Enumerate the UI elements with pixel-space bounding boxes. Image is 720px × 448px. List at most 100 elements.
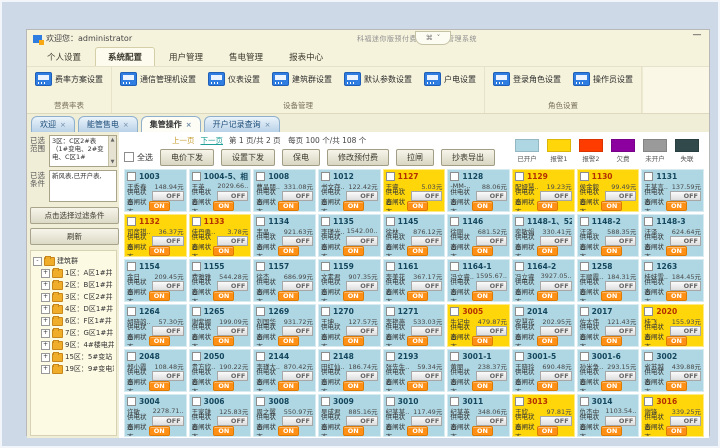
switch-status-value[interactable]: ON <box>666 381 687 391</box>
meter-card[interactable]: 1164-1冯立睿..1595.67..供电状态OFF合闸状态ON <box>447 259 510 302</box>
card-checkbox[interactable] <box>450 397 459 406</box>
doc-tab-2[interactable]: 集管操作× <box>141 116 201 132</box>
menu-item-4[interactable]: 报表中心 <box>277 48 335 66</box>
switch-status-value[interactable]: ON <box>601 381 622 391</box>
card-checkbox[interactable] <box>386 352 395 361</box>
ribbon-button-2-1[interactable]: 操作员设置 <box>571 70 635 88</box>
meter-card[interactable]: 1164-2冯立睿3927.05..供电状态OFF合闸状态ON <box>512 259 575 302</box>
card-checkbox[interactable] <box>321 172 330 181</box>
card-checkbox[interactable] <box>127 397 136 406</box>
expand-icon[interactable]: + <box>41 365 50 374</box>
meter-card[interactable]: 1155费雅雅544.28元供电状态OFF合闸状态ON <box>189 259 252 302</box>
close-icon[interactable]: × <box>186 121 192 129</box>
meter-card[interactable]: 1012书文存..122.42元供电状态OFF合闸状态ON <box>318 169 381 212</box>
menu-item-1[interactable]: 系统配置 <box>95 47 155 66</box>
card-checkbox[interactable] <box>192 262 201 271</box>
card-checkbox[interactable] <box>321 217 330 226</box>
meter-card[interactable]: 1129配娅慧..19.23元供电状态OFF合闸状态ON <box>512 169 575 212</box>
switch-status-value[interactable]: ON <box>472 336 493 346</box>
switch-status-value[interactable]: ON <box>278 336 299 346</box>
switch-status-value[interactable]: ON <box>407 201 428 211</box>
switch-status-value[interactable]: ON <box>407 291 428 301</box>
switch-status-value[interactable]: ON <box>213 246 234 256</box>
switch-status-value[interactable]: ON <box>149 336 170 346</box>
switch-status-value[interactable]: ON <box>343 381 364 391</box>
meter-card[interactable]: 3014仇杰中1103.54..供电状态OFF合闸状态ON <box>577 394 640 437</box>
switch-status-value[interactable]: ON <box>666 426 687 436</box>
meter-card[interactable]: 1003王秀春148.94元供电状态OFF合闸状态ON <box>124 169 187 212</box>
card-checkbox[interactable] <box>386 397 395 406</box>
switch-status-value[interactable]: ON <box>472 381 493 391</box>
meter-card[interactable]: 3016谢锋339.25元供电状态OFF合闸状态ON <box>641 394 704 437</box>
meter-card[interactable]: 3001-5王晓玲690.48元供电状态OFF合闸状态ON <box>512 349 575 392</box>
ribbon-button-1-1[interactable]: 仪表设置 <box>206 70 262 88</box>
meter-card[interactable]: 2014安慧花202.95元供电状态OFF合闸状态ON <box>512 304 575 347</box>
card-checkbox[interactable] <box>256 397 265 406</box>
switch-status-value[interactable]: ON <box>149 381 170 391</box>
choose-filter-button[interactable]: 点击选择过滤条件 <box>30 207 119 224</box>
meter-card[interactable]: 3011纪某英348.06元供电状态OFF合闸状态ON <box>447 394 510 437</box>
card-checkbox[interactable] <box>192 397 201 406</box>
meter-card[interactable]: 1154金日209.45元供电状态OFF合闸状态ON <box>124 259 187 302</box>
quick-access-icon[interactable]: ⌘ <box>426 34 433 42</box>
card-checkbox[interactable] <box>515 397 524 406</box>
prev-page-link[interactable]: 上一页 <box>172 135 195 146</box>
meter-card[interactable]: 1258王顺霞..184.31元供电状态OFF合闸状态ON <box>577 259 640 302</box>
meter-card[interactable]: 1159文素君907.35元供电状态OFF合闸状态ON <box>318 259 381 302</box>
card-checkbox[interactable] <box>515 217 524 226</box>
card-checkbox[interactable] <box>644 307 653 316</box>
switch-status-value[interactable]: ON <box>537 201 558 211</box>
switch-status-value[interactable]: ON <box>666 201 687 211</box>
card-checkbox[interactable] <box>386 172 395 181</box>
meter-card[interactable]: 1263桂妹雪..184.45元供电状态OFF合闸状态ON <box>641 259 704 302</box>
switch-status-value[interactable]: ON <box>407 246 428 256</box>
menu-item-0[interactable]: 个人设置 <box>35 48 93 66</box>
meter-card[interactable]: 3013王欣..97.81元供电状态OFF合闸状态ON <box>512 394 575 437</box>
card-checkbox[interactable] <box>450 262 459 271</box>
card-checkbox[interactable] <box>386 262 395 271</box>
card-checkbox[interactable] <box>127 172 136 181</box>
ribbon-button-1-2[interactable]: 建筑群设置 <box>270 70 334 88</box>
meter-card[interactable]: 3004许敏2278.71..供电状态OFF合闸状态ON <box>124 394 187 437</box>
switch-status-value[interactable]: ON <box>278 291 299 301</box>
card-checkbox[interactable] <box>192 217 201 226</box>
scrollbar[interactable]: ▲▼ <box>108 136 116 166</box>
switch-status-value[interactable]: ON <box>213 426 234 436</box>
next-page-link[interactable]: 下一页 <box>201 135 224 146</box>
selected-condition-box[interactable]: 新风表,已开户表, <box>49 170 117 202</box>
switch-status-value[interactable]: ON <box>601 426 622 436</box>
meter-card[interactable]: 2048郑小霞108.48元供电状态OFF合闸状态ON <box>124 349 187 392</box>
expand-icon[interactable]: + <box>41 329 50 338</box>
meter-card[interactable]: 1132司彦祺..36.37元供电状态OFF合闸状态ON <box>124 214 187 257</box>
expand-icon[interactable]: + <box>41 353 50 362</box>
ribbon-button-1-0[interactable]: 通信管理机设置 <box>118 70 198 88</box>
tree-node-5[interactable]: +7区：G区1#井 <box>33 328 114 338</box>
meter-card[interactable]: 1131王某言..137.59元供电状态OFF合闸状态ON <box>641 169 704 212</box>
card-checkbox[interactable] <box>644 397 653 406</box>
doc-tab-1[interactable]: 能管售电× <box>78 116 138 132</box>
card-checkbox[interactable] <box>127 217 136 226</box>
meter-card[interactable]: 1148-1、522奕敏娟330.41元供电状态OFF合闸状态ON <box>512 214 575 257</box>
card-checkbox[interactable] <box>256 352 265 361</box>
meter-card[interactable]: 1270王坤..127.57元供电状态OFF合闸状态ON <box>318 304 381 347</box>
tree-node-2[interactable]: +3区：C区2#井（1#变 <box>33 292 114 302</box>
switch-status-value[interactable]: ON <box>343 291 364 301</box>
switch-status-value[interactable]: ON <box>213 381 234 391</box>
expand-icon[interactable]: + <box>41 293 50 302</box>
meter-card[interactable]: 1133佳丹勇..3.78元供电状态OFF合闸状态ON <box>189 214 252 257</box>
meter-card[interactable]: 1269刘国华931.72元供电状态OFF合闸状态ON <box>253 304 316 347</box>
meter-card[interactable]: 3005牛记中479.87元供电状态OFF合闸状态ON <box>447 304 510 347</box>
switch-status-value[interactable]: ON <box>472 246 493 256</box>
card-checkbox[interactable] <box>321 397 330 406</box>
switch-status-value[interactable]: ON <box>149 426 170 436</box>
switch-status-value[interactable]: ON <box>278 246 299 256</box>
meter-card[interactable]: 1146徐刚681.52元供电状态OFF合闸状态ON <box>447 214 510 257</box>
card-checkbox[interactable] <box>515 262 524 271</box>
switch-status-value[interactable]: ON <box>666 336 687 346</box>
switch-status-value[interactable]: ON <box>537 291 558 301</box>
card-checkbox[interactable] <box>580 397 589 406</box>
card-checkbox[interactable] <box>256 172 265 181</box>
switch-status-value[interactable]: ON <box>407 336 428 346</box>
close-icon[interactable]: × <box>265 121 271 129</box>
meter-card[interactable]: 2017佐大伟121.43元供电状态OFF合闸状态ON <box>577 304 640 347</box>
